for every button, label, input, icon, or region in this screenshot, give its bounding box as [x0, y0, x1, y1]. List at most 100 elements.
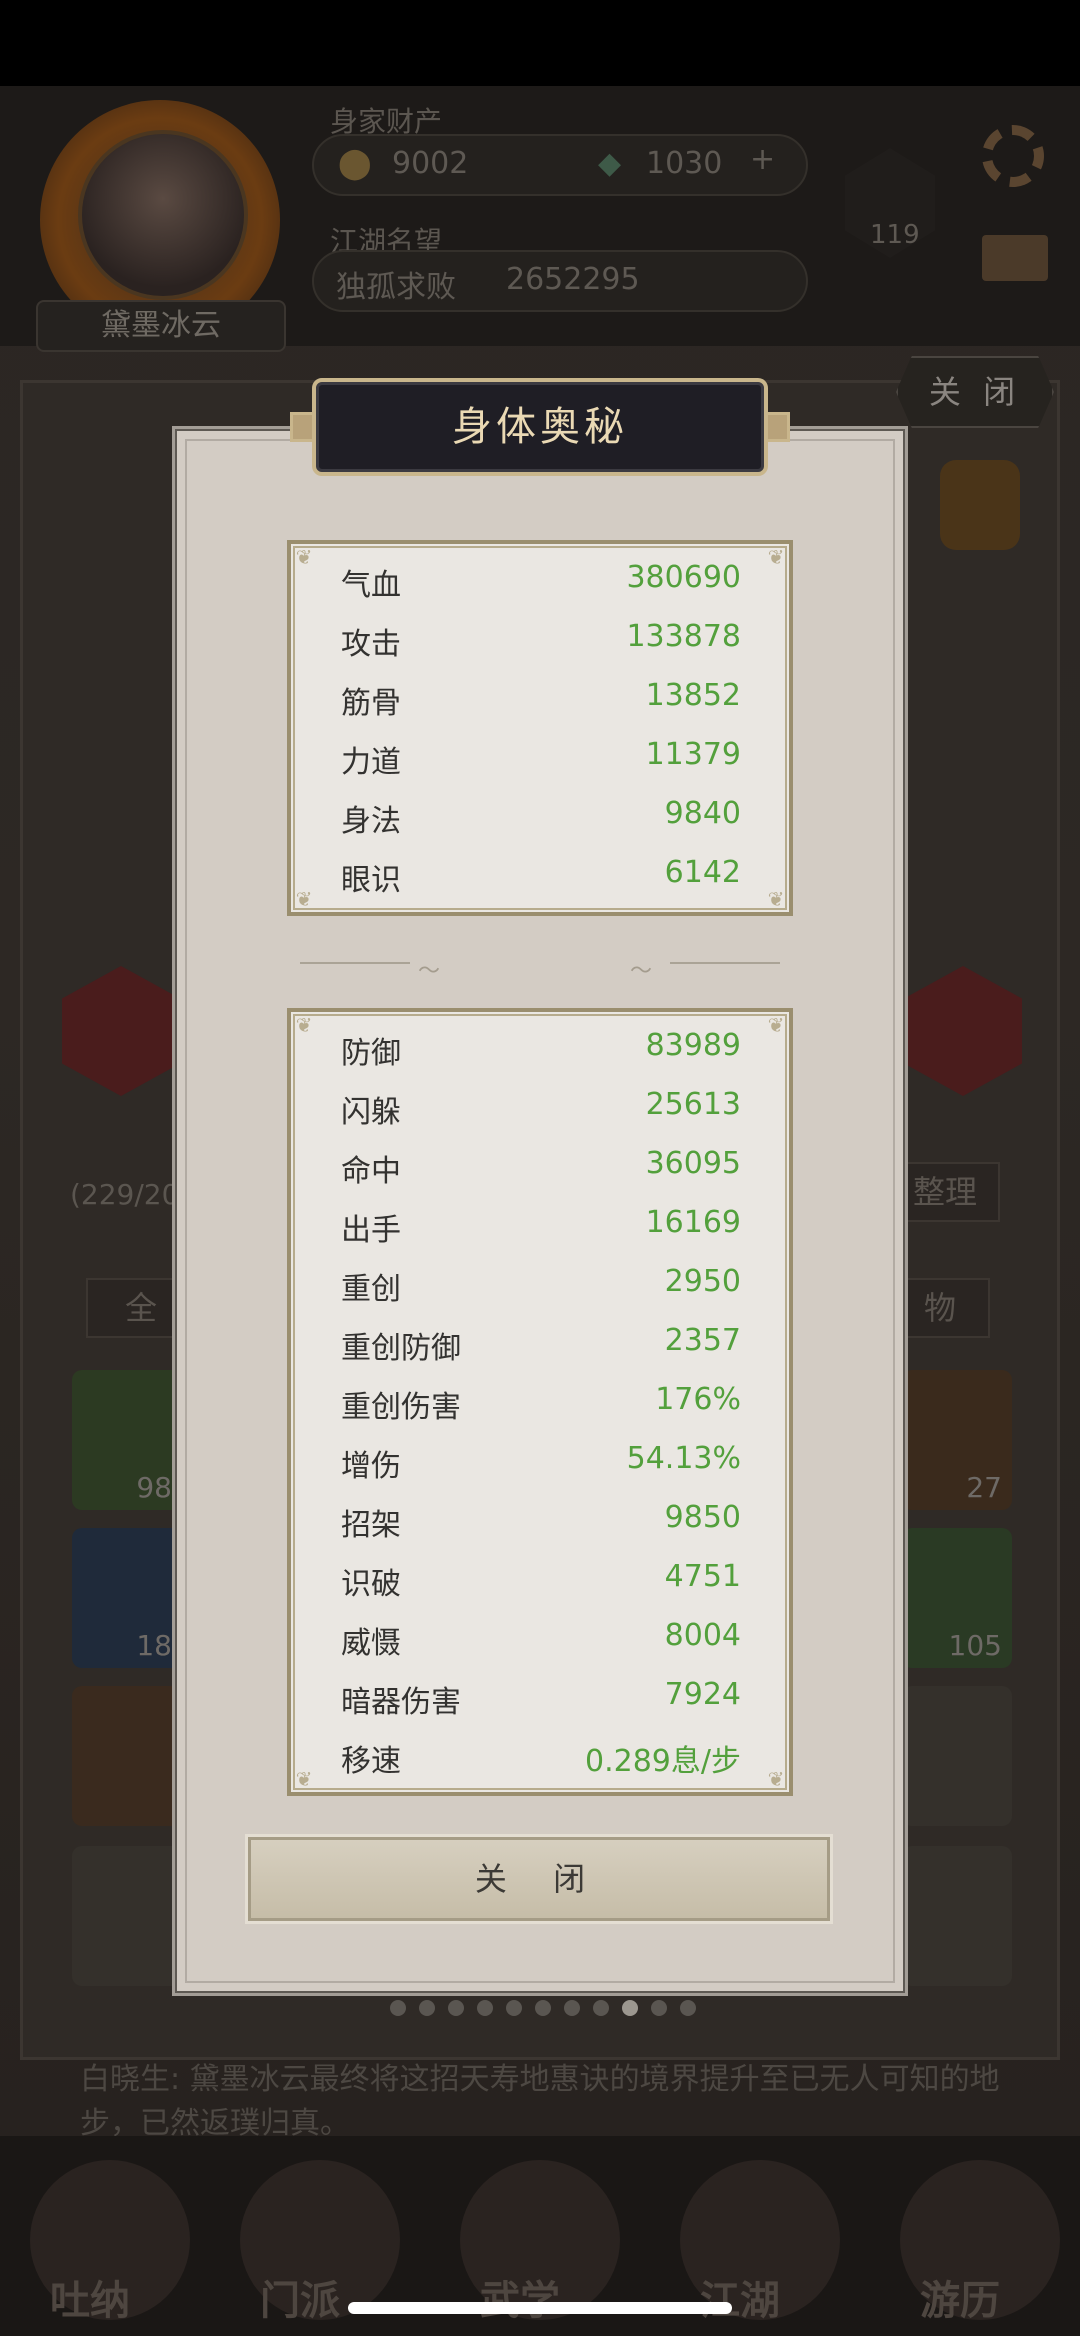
stat-label: 重创伤害 [341, 1390, 461, 1425]
stat-value: 36095 [645, 1146, 741, 1181]
stat-row: 气血 380690 [341, 560, 741, 603]
item-slot[interactable]: 98 [72, 1370, 182, 1510]
stat-row: 命中 36095 [341, 1146, 741, 1189]
page-dot [622, 2000, 638, 2016]
item-slot[interactable] [902, 1846, 1012, 1986]
fame-title: 独孤求败 [336, 270, 456, 305]
stat-row: 识破 4751 [341, 1559, 741, 1602]
stat-row: 重创防御 2357 [341, 1323, 741, 1366]
item-slot[interactable] [72, 1686, 182, 1826]
home-indicator[interactable] [348, 2302, 732, 2314]
top-close-button[interactable]: 关 闭 [896, 356, 1054, 428]
panel-corner-ornament: ❦ [295, 887, 313, 911]
combat-stats-panel: ❦ ❦ ❦ ❦ 防御 83989 闪躲 25613 命中 36095 出手 16169 重创 2950 重创… [287, 1008, 793, 1796]
stat-label: 身法 [341, 804, 401, 839]
dialog-title: 身体奥秘 [452, 404, 628, 450]
stat-label: 暗器伤害 [341, 1685, 461, 1720]
lantern-icon [940, 460, 1020, 550]
gold-ingot-icon: ⬤ [338, 146, 372, 181]
player-name: 黛墨冰云 [36, 300, 286, 352]
page-dot [651, 2000, 667, 2016]
add-currency-button[interactable]: + [750, 142, 775, 177]
page-dot [448, 2000, 464, 2016]
avatar[interactable] [78, 130, 248, 300]
gold-amount: 9002 [392, 146, 469, 181]
panel-corner-ornament: ❦ [295, 1013, 313, 1037]
stat-value: 9850 [664, 1500, 741, 1535]
stat-row: 移速 0.289息/步 [341, 1736, 741, 1779]
jade-icon: ◆ [598, 146, 622, 181]
page-indicator [390, 2000, 696, 2020]
inventory-count: (229/20 [70, 1178, 180, 1211]
page-dot [680, 2000, 696, 2016]
status-bar [0, 0, 1080, 86]
stat-row: 威慑 8004 [341, 1618, 741, 1661]
stat-value: 4751 [664, 1559, 741, 1594]
stat-value: 6142 [664, 855, 741, 890]
stat-label: 命中 [341, 1154, 401, 1189]
stat-value: 0.289息/步 [585, 1744, 741, 1779]
item-slot[interactable] [72, 1846, 182, 1986]
stat-value: 133878 [626, 619, 741, 654]
stat-row: 招架 9850 [341, 1500, 741, 1543]
stat-value: 2950 [664, 1264, 741, 1299]
stat-value: 25613 [645, 1087, 741, 1122]
panel-corner-ornament: ❦ [767, 887, 785, 911]
jade-amount: 1030 [646, 146, 723, 181]
page-dot [390, 2000, 406, 2016]
page-dot [593, 2000, 609, 2016]
stat-label: 防御 [341, 1036, 401, 1071]
stat-value: 9840 [664, 796, 741, 831]
stat-value: 380690 [626, 560, 741, 595]
stat-label: 气血 [341, 568, 401, 603]
mail-icon[interactable] [982, 235, 1048, 281]
nav-label: 武学 [480, 2278, 560, 2324]
stat-label: 威慑 [341, 1626, 401, 1661]
close-button[interactable]: 关 闭 [248, 1837, 830, 1921]
stat-label: 重创 [341, 1272, 401, 1307]
stat-label: 重创防御 [341, 1331, 461, 1366]
panel-corner-ornament: ❦ [767, 545, 785, 569]
stat-value: 54.13% [626, 1441, 741, 1476]
stat-value: 2357 [664, 1323, 741, 1358]
story-text: 白晓生: 黛墨冰云最终将这招天寿地惠诀的境界提升至已无人可知的地步，已然返璞归真… [80, 2062, 1000, 2141]
page-dot [477, 2000, 493, 2016]
stat-label: 眼识 [341, 863, 401, 898]
nav-label: 门派 [260, 2278, 340, 2324]
stat-value: 8004 [664, 1618, 741, 1653]
item-slot[interactable] [902, 1686, 1012, 1826]
level-value: 119 [870, 220, 920, 250]
stat-label: 招架 [341, 1508, 401, 1543]
stat-label: 闪躲 [341, 1095, 401, 1130]
stat-value: 11379 [645, 737, 741, 772]
stat-label: 力道 [341, 745, 401, 780]
panel-corner-ornament: ❦ [295, 545, 313, 569]
stat-label: 移速 [341, 1744, 401, 1779]
stat-value: 16169 [645, 1205, 741, 1240]
stat-row: 闪躲 25613 [341, 1087, 741, 1130]
panel-corner-ornament: ❦ [767, 1767, 785, 1791]
dialog-title-plate: 身体奥秘 [312, 378, 768, 476]
panel-corner-ornament: ❦ [295, 1767, 313, 1791]
stat-row: 眼识 6142 [341, 855, 741, 898]
nav-label: 吐纳 [50, 2278, 130, 2324]
item-slot[interactable]: 18 [72, 1528, 182, 1668]
panel-corner-ornament: ❦ [767, 1013, 785, 1037]
stat-row: 筋骨 13852 [341, 678, 741, 721]
stat-row: 增伤 54.13% [341, 1441, 741, 1484]
stat-label: 识破 [341, 1567, 401, 1602]
gear-icon[interactable] [982, 125, 1044, 187]
page-dot [506, 2000, 522, 2016]
page-dot [419, 2000, 435, 2016]
page-dot [535, 2000, 551, 2016]
stat-row: 力道 11379 [341, 737, 741, 780]
section-divider: 〜 〜 [300, 953, 780, 984]
fame-value: 2652295 [506, 262, 640, 297]
stat-value: 176% [655, 1382, 741, 1417]
stat-label: 攻击 [341, 627, 401, 662]
stat-row: 出手 16169 [341, 1205, 741, 1248]
item-slot[interactable]: 105 [902, 1528, 1012, 1668]
stat-label: 出手 [341, 1213, 401, 1248]
stat-row: 攻击 133878 [341, 619, 741, 662]
item-slot[interactable]: 27 [902, 1370, 1012, 1510]
